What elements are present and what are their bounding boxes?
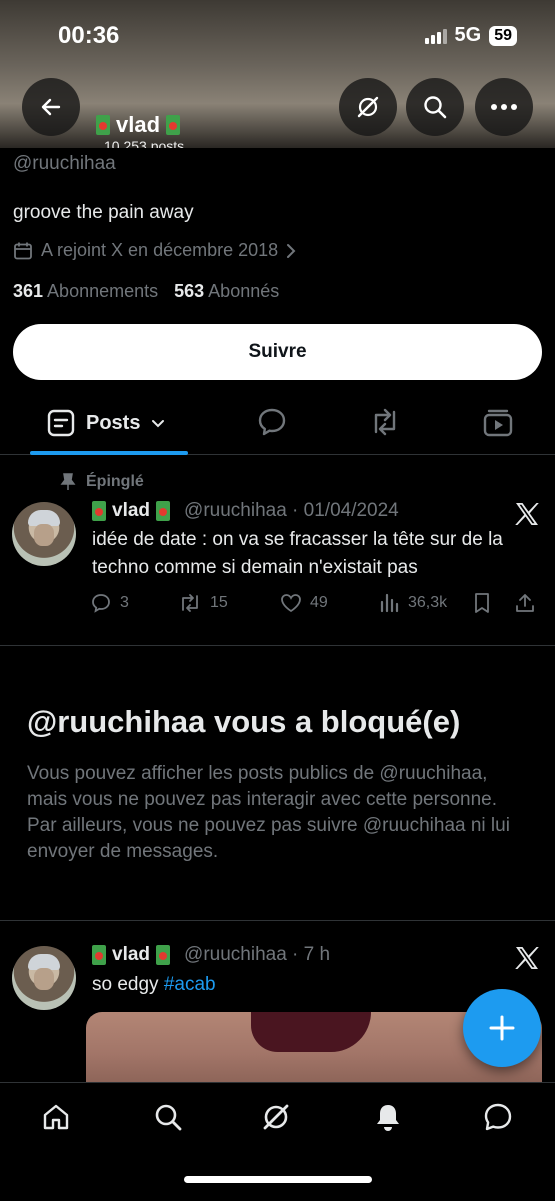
nav-grok[interactable] xyxy=(260,1101,292,1138)
nav-messages[interactable] xyxy=(482,1101,514,1138)
network-label: 5G xyxy=(454,24,482,46)
repost-icon xyxy=(182,594,198,612)
pinned-tweet-header: vlad @ruuchihaa · 01/04/2024 xyxy=(92,500,399,522)
header-name: vlad xyxy=(96,112,181,138)
bell-icon xyxy=(377,1105,399,1131)
more-icon xyxy=(491,104,517,110)
like-action[interactable]: 49 xyxy=(280,592,328,614)
like-icon xyxy=(281,594,301,613)
repost-action[interactable]: 15 xyxy=(178,592,228,614)
handle-time: @ruuchihaa · 7 h xyxy=(184,944,331,965)
nav-home[interactable] xyxy=(40,1101,72,1138)
blocked-description: Vous pouvez afficher les posts publics d… xyxy=(27,763,510,862)
author-name[interactable]: vlad xyxy=(112,500,150,522)
back-arrow-icon xyxy=(41,98,61,116)
profile-bio: groove the pain away xyxy=(13,202,194,223)
profile-header-banner: 00:36 5G 59 vlad 10 253 posts xyxy=(0,0,555,148)
home-icon xyxy=(43,1104,69,1130)
pinned-label: Épinglé xyxy=(60,473,144,491)
grok-button[interactable] xyxy=(339,78,397,136)
calendar-icon xyxy=(14,242,32,259)
views-action[interactable]: 36,3k xyxy=(378,592,447,614)
views-icon xyxy=(380,593,399,613)
handle-date: @ruuchihaa · 01/04/2024 xyxy=(184,500,399,521)
following-link[interactable]: 361 Abonnements xyxy=(13,281,158,302)
joined-date[interactable]: A rejoint X en décembre 2018 xyxy=(13,240,296,261)
reply-icon xyxy=(258,408,286,436)
avatar[interactable] xyxy=(12,946,76,1010)
pin-icon xyxy=(60,473,76,490)
bookmark-action[interactable] xyxy=(472,592,492,614)
juice-box-emoji xyxy=(156,501,171,521)
chevron-right-icon xyxy=(287,243,296,258)
grok-icon xyxy=(357,96,379,118)
divider xyxy=(0,645,555,646)
pinned-tweet-text: idée de date : on va se fracasser la têt… xyxy=(92,529,503,578)
divider xyxy=(0,920,555,921)
tab-reposts[interactable] xyxy=(368,406,402,443)
search-button[interactable] xyxy=(406,78,464,136)
tab-replies[interactable] xyxy=(256,406,288,443)
bookmark-icon xyxy=(475,593,489,613)
back-button[interactable] xyxy=(22,78,80,136)
hashtag-link[interactable]: #acab xyxy=(164,974,216,995)
nav-search[interactable] xyxy=(152,1101,184,1138)
tab-media[interactable] xyxy=(482,406,514,443)
search-icon xyxy=(424,96,447,119)
plus-icon xyxy=(489,1015,515,1041)
posts-icon xyxy=(47,409,75,437)
battery-indicator: 59 xyxy=(489,25,517,46)
reply-icon xyxy=(92,594,110,613)
profile-handle: @ruuchihaa xyxy=(13,153,116,174)
share-action[interactable] xyxy=(514,592,536,614)
repost-icon xyxy=(374,408,396,436)
blocked-title: @ruuchihaa vous a bloqué(e) xyxy=(27,704,461,739)
juice-box-emoji xyxy=(96,115,110,135)
header-post-count: 10 253 posts xyxy=(104,138,185,148)
active-tab-indicator xyxy=(30,451,188,455)
tab-posts[interactable]: Posts xyxy=(46,408,166,454)
follow-stats: 361 Abonnements 563 Abonnés xyxy=(13,281,279,302)
pinned-tweet-actions: 3 15 49 36,3k xyxy=(90,592,540,620)
grok-icon xyxy=(263,1104,289,1130)
juice-box-emoji xyxy=(166,115,181,135)
share-icon xyxy=(516,594,534,612)
chevron-down-icon xyxy=(152,420,165,428)
tweet-header: vlad @ruuchihaa · 7 h xyxy=(92,944,330,966)
juice-box-emoji xyxy=(92,501,106,521)
juice-box-emoji xyxy=(92,945,106,965)
follow-button[interactable]: Suivre xyxy=(13,324,542,380)
signal-icon xyxy=(424,28,447,44)
followers-link[interactable]: 563 Abonnés xyxy=(174,281,279,302)
home-indicator xyxy=(184,1176,372,1183)
search-icon xyxy=(155,1104,182,1131)
joined-label: A rejoint X en décembre 2018 xyxy=(41,240,279,260)
juice-box-emoji xyxy=(156,945,171,965)
status-time: 00:36 xyxy=(58,22,120,49)
bottom-navigation xyxy=(0,1082,555,1201)
media-icon xyxy=(483,409,513,437)
nav-notifications[interactable] xyxy=(372,1101,404,1138)
messages-icon xyxy=(484,1103,512,1131)
tab-posts-label: Posts xyxy=(86,412,141,434)
more-button[interactable] xyxy=(475,78,533,136)
author-name[interactable]: vlad xyxy=(112,944,150,966)
avatar[interactable] xyxy=(12,502,76,566)
profile-tabs: Posts xyxy=(0,400,555,455)
status-bar-right: 5G 59 xyxy=(424,24,517,47)
compose-button[interactable] xyxy=(463,989,541,1067)
tweet-text: so edgy #acab xyxy=(92,974,216,995)
reply-action[interactable]: 3 xyxy=(90,592,129,614)
